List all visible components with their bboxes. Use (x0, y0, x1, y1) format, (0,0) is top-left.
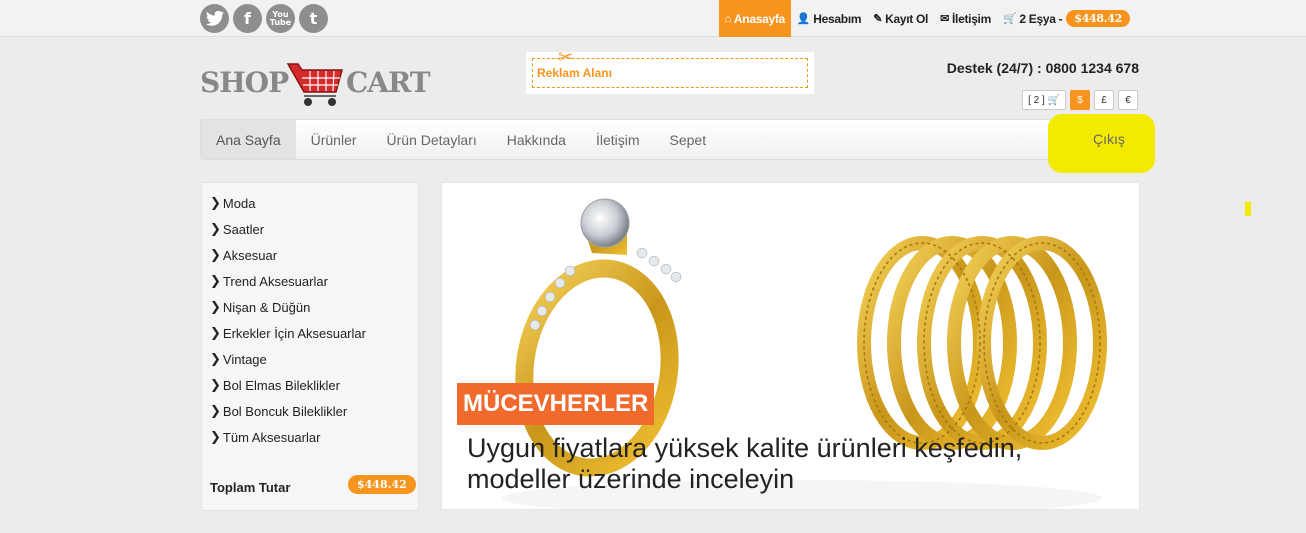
chevron-right-icon: ❯ (210, 378, 221, 393)
currency-eur[interactable]: € (1118, 90, 1138, 110)
chevron-right-icon: ❯ (210, 196, 221, 211)
topnav-account-label: Hesabım (813, 11, 862, 26)
category-item[interactable]: ❯ Trend Aksesuarlar (210, 274, 328, 289)
nav-cart[interactable]: Sepet (655, 120, 722, 159)
logo-text-right: CART (346, 66, 431, 99)
topnav-cart[interactable]: 🛒 2 Eşya - $448.42 (997, 0, 1136, 37)
facebook-icon[interactable]: f (233, 4, 262, 33)
currency-switcher: [ 2 ] 🛒 $ £ € (1022, 90, 1138, 110)
category-label: Erkekler İçin Aksesuarlar (222, 326, 366, 341)
top-bar: f You Tube t ⌂ Anasayfa 👤 Hesabım ✎ Kayıt Ol… (0, 0, 1306, 37)
category-label: Bol Elmas Bileklikler (222, 378, 340, 393)
topnav-contact-label: İletişim (952, 11, 991, 26)
nav-about[interactable]: Hakkında (492, 120, 581, 159)
category-item[interactable]: ❯ Moda (210, 196, 255, 211)
topnav-register[interactable]: ✎ Kayıt Ol (867, 0, 934, 37)
user-icon: 👤 (796, 13, 811, 25)
category-label: Vintage (222, 352, 267, 367)
category-item[interactable]: ❯ Vintage (210, 352, 267, 367)
category-label: Nişan & Düğün (222, 300, 311, 315)
social-links: f You Tube t (200, 4, 328, 33)
highlight-mark (1245, 202, 1251, 216)
chevron-right-icon: ❯ (210, 326, 221, 341)
category-label: Trend Aksesuarlar (222, 274, 328, 289)
support-phone: Destek (24/7) : 0800 1234 678 (946, 60, 1139, 76)
currency-gbp[interactable]: £ (1094, 90, 1114, 110)
category-item[interactable]: ❯ Saatler (210, 222, 264, 237)
shop-cart-logo[interactable]: SHOP CART (200, 58, 431, 108)
category-item[interactable]: ❯ Aksesuar (210, 248, 277, 263)
chevron-right-icon: ❯ (210, 430, 221, 445)
hero-banner[interactable]: MÜCEVHERLER Uygun fiyatlara yüksek kalit… (441, 182, 1140, 510)
total-value-badge: $448.42 (348, 475, 416, 494)
edit-icon: ✎ (873, 13, 883, 25)
category-item[interactable]: ❯ Nişan & Düğün (210, 300, 310, 315)
logo-text-left: SHOP (200, 66, 289, 99)
ad-label: Reklam Alanı (532, 58, 808, 88)
category-label: Moda (222, 196, 256, 211)
category-item[interactable]: ❯ Bol Elmas Bileklikler (210, 378, 340, 393)
chevron-right-icon: ❯ (210, 222, 221, 237)
category-sidebar: ❯ Moda ❯ Saatler ❯ Aksesuar ❯ Trend Aksesuar… (201, 182, 419, 511)
cart-total-badge: $448.42 (1066, 10, 1130, 27)
top-nav: ⌂ Anasayfa 👤 Hesabım ✎ Kayıt Ol ✉ İletişim 🛒… (718, 0, 1136, 37)
category-item[interactable]: ❯ Bol Boncuk Bileklikler (210, 404, 347, 419)
topnav-account[interactable]: 👤 Hesabım (791, 0, 867, 37)
main-nav: Ana Sayfa Ürünler Ürün Detayları Hakkınd… (200, 119, 1139, 160)
category-item[interactable]: ❯ Erkekler İçin Aksesuarlar (210, 326, 366, 341)
twitter-icon[interactable] (200, 4, 229, 33)
mini-cart-count: [ 2 ] (1028, 94, 1045, 106)
scissors-icon: ✂ (558, 47, 574, 67)
logout-link[interactable]: Çıkış (1093, 131, 1125, 147)
home-icon: ⌂ (724, 12, 732, 25)
cart-icon: 🛒 (1002, 13, 1017, 25)
nav-home[interactable]: Ana Sayfa (201, 120, 296, 159)
chevron-right-icon: ❯ (210, 274, 221, 289)
currency-usd[interactable]: $ (1070, 90, 1090, 110)
mini-cart-button[interactable]: [ 2 ] 🛒 (1022, 90, 1066, 110)
topnav-contact[interactable]: ✉ İletişim (934, 0, 997, 37)
category-item[interactable]: ❯ Tüm Aksesuarlar (210, 430, 320, 445)
topnav-home-label: Anasayfa (733, 11, 785, 26)
nav-products[interactable]: Ürünler (296, 120, 372, 159)
youtube-icon[interactable]: You Tube (266, 4, 295, 33)
chevron-right-icon: ❯ (210, 352, 221, 367)
shopping-basket-icon (286, 63, 343, 106)
cart-icon: 🛒 (1047, 94, 1060, 106)
chevron-right-icon: ❯ (210, 300, 221, 315)
chevron-right-icon: ❯ (210, 248, 221, 263)
banner-tag: MÜCEVHERLER (457, 383, 655, 425)
category-label: Aksesuar (222, 248, 278, 263)
category-label: Saatler (222, 222, 265, 237)
category-label: Tüm Aksesuarlar (222, 430, 321, 445)
envelope-icon: ✉ (940, 13, 950, 25)
total-label: Toplam Tutar (210, 480, 291, 495)
nav-contact[interactable]: İletişim (581, 120, 655, 159)
banner-caption: Uygun fiyatlara yüksek kalite ürünleri k… (467, 433, 1023, 494)
nav-product-details[interactable]: Ürün Detayları (372, 120, 492, 159)
category-label: Bol Boncuk Bileklikler (222, 404, 348, 419)
topnav-home[interactable]: ⌂ Anasayfa (718, 0, 791, 37)
topnav-register-label: Kayıt Ol (885, 11, 929, 26)
chevron-right-icon: ❯ (210, 404, 221, 419)
topnav-cart-label: 2 Eşya - (1019, 11, 1063, 26)
tumblr-icon[interactable]: t (299, 4, 328, 33)
